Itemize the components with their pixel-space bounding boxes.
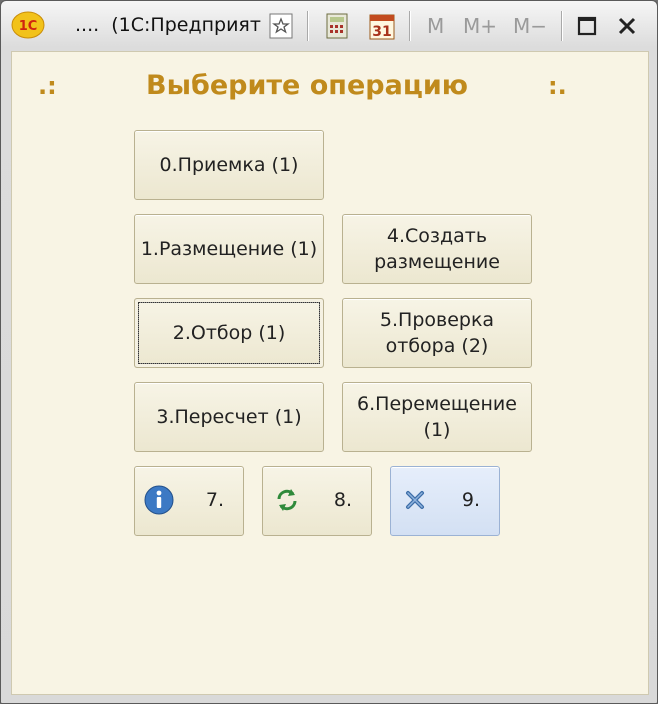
op-2-button[interactable]: 2.Отбор (1): [134, 298, 324, 368]
app-window: 1С .... (1С:Предприят 31 M M+ M− .: Выбе…: [0, 0, 658, 704]
op-5-button[interactable]: 5.Проверка отбора (2): [342, 298, 532, 368]
calculator-icon[interactable]: [323, 11, 351, 41]
info-button-label: 7.: [205, 489, 225, 511]
refresh-button[interactable]: 8.: [262, 466, 372, 536]
op-6-label-line1: 6.Перемещение: [357, 393, 517, 415]
op-4-button[interactable]: 4.Создать размещение: [342, 214, 532, 284]
page-title: Выберите операцию: [145, 70, 468, 101]
op-1-label: 1.Размещение (1): [140, 238, 318, 260]
op-6-button[interactable]: 6.Перемещение (1): [342, 382, 532, 452]
memory-button-m-plus[interactable]: M+: [463, 14, 497, 38]
op-4-label-line1: 4.Создать: [386, 225, 488, 247]
heading-decoration-right: :.: [548, 72, 567, 100]
toolbar-separator: [409, 11, 411, 41]
logo-text: 1С: [19, 19, 38, 34]
op-6-label-line2: (1): [423, 419, 451, 441]
maximize-icon[interactable]: [573, 11, 601, 41]
memory-button-m-minus[interactable]: M−: [513, 14, 547, 38]
window-title: .... (1С:Предприят: [75, 14, 261, 36]
refresh-icon: [277, 489, 297, 511]
op-2-label: 2.Отбор (1): [172, 322, 286, 344]
op-4-label-line2: размещение: [374, 251, 500, 273]
title-bar: 1С .... (1С:Предприят 31 M M+ M−: [1, 1, 657, 51]
info-icon: [144, 485, 174, 515]
toolbar-separator: [561, 11, 563, 41]
memory-button-m[interactable]: M: [427, 14, 444, 38]
operations-panel: .: Выберите операцию :. 0.Приемка (1) 1.…: [11, 51, 649, 695]
op-0-button[interactable]: 0.Приемка (1): [134, 130, 324, 200]
calendar-day: 31: [372, 24, 391, 40]
op-3-label: 3.Пересчет (1): [156, 406, 302, 428]
calendar-icon[interactable]: 31: [367, 11, 397, 41]
info-button[interactable]: 7.: [134, 466, 244, 536]
op-1-button[interactable]: 1.Размещение (1): [134, 214, 324, 284]
op-3-button[interactable]: 3.Пересчет (1): [134, 382, 324, 452]
op-5-label-line1: 5.Проверка: [379, 309, 495, 331]
op-5-label-line2: отбора (2): [385, 335, 489, 357]
refresh-button-label: 8.: [333, 489, 353, 511]
op-0-label: 0.Приемка (1): [159, 154, 299, 176]
close-button-label: 9.: [461, 489, 481, 511]
favorites-icon[interactable]: [267, 11, 295, 41]
toolbar-separator: [307, 11, 309, 41]
close-button[interactable]: 9.: [390, 466, 500, 536]
close-x-icon: [406, 491, 424, 509]
close-window-icon[interactable]: [613, 11, 641, 41]
1c-logo-icon[interactable]: 1С: [11, 11, 45, 39]
